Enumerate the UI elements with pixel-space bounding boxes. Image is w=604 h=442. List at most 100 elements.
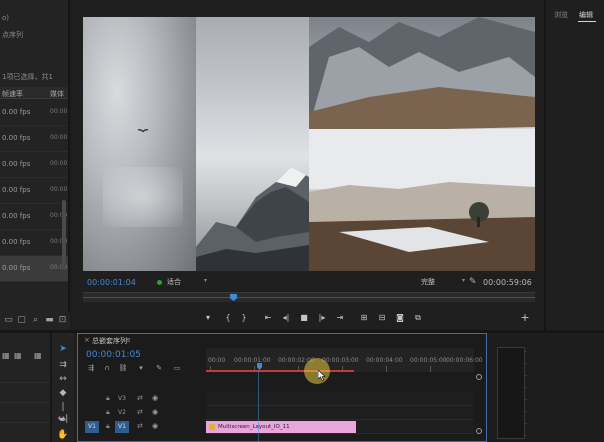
lock-icon[interactable]: 🔒︎ (106, 408, 110, 417)
project-scrollbar[interactable] (62, 200, 66, 270)
compare-view-icon[interactable]: ⧉ (412, 312, 424, 324)
list-item[interactable] (0, 383, 50, 403)
mark-out-icon[interactable]: } (238, 312, 250, 324)
list-item[interactable] (0, 403, 50, 423)
item-media-start: 00:00 (50, 186, 68, 193)
new-bin-icon[interactable]: ▬ (45, 316, 54, 325)
lock-icon[interactable]: 🔒︎ (106, 422, 110, 431)
sequence-title[interactable]: 总嵌套序列 (92, 336, 127, 346)
sync-lock-icon[interactable]: ⇄ (137, 394, 143, 402)
mark-in-icon[interactable]: { (222, 312, 234, 324)
scroll-handle[interactable] (476, 428, 482, 434)
list-view-icon[interactable]: ▭ (4, 316, 13, 325)
active-tab-indicator (578, 21, 596, 22)
list-item[interactable]: 0.00 fps 00:00 (0, 126, 68, 152)
go-to-in-icon[interactable]: ⇤ (262, 312, 274, 324)
snap-icon[interactable]: ∩ (102, 363, 112, 373)
eye-icon[interactable]: ◉ (152, 422, 158, 430)
timeline-clip[interactable]: Multiscreen_Layout_IO_11 (206, 421, 356, 433)
bin-icon[interactable]: ▦ (34, 351, 44, 360)
add-button[interactable]: + (519, 312, 531, 324)
step-back-icon[interactable]: ◂| (280, 312, 292, 324)
camera-icon[interactable]: ◙ (394, 312, 406, 324)
add-marker-icon[interactable]: ▾ (202, 312, 214, 324)
item-media-start: 00:00 (50, 134, 68, 141)
panel-menu-icon[interactable]: ▢ (17, 316, 26, 325)
bird-icon (138, 129, 148, 133)
track-lane[interactable] (206, 392, 474, 406)
time-ruler[interactable]: 00:00 00:00:01:00 00:00:02:00 00:00:03:0… (206, 348, 483, 384)
wrench-icon[interactable]: ✎ (154, 363, 164, 373)
track-name[interactable]: V3 (118, 395, 126, 402)
list-item-selected[interactable]: 0.00 fps 00:00 (0, 256, 68, 282)
list-item[interactable]: 0.00 fps 00:00 (0, 152, 68, 178)
pen-tool-icon[interactable]: ✒ (57, 415, 69, 427)
hand-tool-icon[interactable]: ✋ (57, 429, 69, 441)
panel-menu-icon[interactable]: ≡ (125, 336, 131, 344)
selection-tool-icon[interactable]: ➤ (57, 343, 69, 355)
current-timecode[interactable]: 00:00:01:04 (87, 278, 136, 287)
close-icon[interactable]: × (84, 336, 90, 344)
timeline-timecode[interactable]: 00:00:01:05 (86, 350, 141, 360)
track-select-tool-icon[interactable]: ⇉ (57, 359, 69, 371)
list-item[interactable]: 0.00 fps 00:00 (0, 230, 68, 256)
right-panel: 浏览 编辑 (544, 0, 604, 330)
list-item[interactable] (0, 363, 50, 383)
insert-icon[interactable]: ⊞ (358, 312, 370, 324)
column-header-media[interactable]: 媒体 (50, 89, 64, 99)
wrench-icon[interactable]: ✎ (469, 277, 479, 287)
bin-icon[interactable]: ▦ (2, 351, 12, 360)
video-preview[interactable] (83, 17, 535, 271)
list-item[interactable] (0, 423, 50, 442)
linked-selection-icon[interactable]: ⛓ (118, 363, 128, 373)
chevron-down-icon: ▾ (203, 277, 207, 284)
razor-tool-icon[interactable]: ◆ (57, 387, 69, 399)
sync-lock-icon[interactable]: ⇄ (137, 422, 143, 430)
item-framerate: 0.00 fps (2, 186, 31, 194)
ripple-edit-tool-icon[interactable]: ↔ (57, 373, 69, 385)
cursor-highlight (304, 358, 330, 384)
track-target[interactable]: V1 (115, 421, 129, 433)
track-lane[interactable]: Multiscreen_Layout_IO_11 (206, 420, 474, 434)
step-forward-icon[interactable]: |▸ (316, 312, 328, 324)
track-name[interactable]: V2 (118, 409, 126, 416)
tab-browse[interactable]: 浏览 (554, 10, 568, 20)
play-stop-icon[interactable]: ■ (298, 312, 310, 324)
add-marker-icon[interactable]: ▾ (136, 363, 146, 373)
bin-icon[interactable]: ▦ (14, 351, 24, 360)
work-area-bar[interactable] (206, 370, 354, 372)
source-patch[interactable]: V1 (85, 421, 99, 433)
playhead-marker[interactable] (230, 294, 237, 301)
column-header-framerate[interactable]: 帧速率 (2, 89, 23, 99)
slip-tool-icon[interactable]: |↔| (57, 401, 69, 424)
list-item[interactable]: 0.00 fps 00:00 (0, 178, 68, 204)
captions-icon[interactable]: ▭ (172, 363, 182, 373)
search-icon[interactable]: ⌕ (31, 316, 40, 325)
zoom-select[interactable]: 适合 ▾ (167, 277, 207, 288)
vertical-zoom-scrollbar[interactable] (476, 374, 482, 434)
scroll-handle[interactable] (476, 374, 482, 380)
project-info-line: o) (2, 14, 10, 22)
go-to-out-icon[interactable]: ⇥ (334, 312, 346, 324)
tab-edit[interactable]: 编辑 (579, 10, 593, 20)
sync-lock-icon[interactable]: ⇄ (137, 408, 143, 416)
list-item[interactable]: 0.00 fps 00:00 (0, 204, 68, 230)
monitor-scrub-bar[interactable] (83, 292, 535, 302)
ruler-tick (386, 366, 387, 372)
item-framerate: 0.00 fps (2, 238, 31, 246)
meter-tick: - (525, 397, 527, 403)
item-framerate: 0.00 fps (2, 160, 31, 168)
eye-icon[interactable]: ◉ (152, 394, 158, 402)
lock-icon[interactable]: 🔒︎ (106, 394, 110, 403)
timeline-playhead[interactable] (257, 363, 262, 370)
overwrite-icon[interactable]: ⊟ (376, 312, 388, 324)
resolution-select[interactable]: 完整 ▾ (421, 277, 465, 288)
nest-toggle-icon[interactable]: ⇶ (86, 363, 96, 373)
meter-tick: - (525, 409, 527, 415)
track-lane[interactable] (206, 406, 474, 420)
media-browser-strip: ▦ ▦ ▦ (0, 333, 50, 442)
list-item[interactable]: 0.00 fps 00:00 (0, 100, 68, 126)
scrub-track (83, 297, 535, 298)
new-item-icon[interactable]: ⊡ (58, 316, 67, 325)
eye-icon[interactable]: ◉ (152, 408, 158, 416)
